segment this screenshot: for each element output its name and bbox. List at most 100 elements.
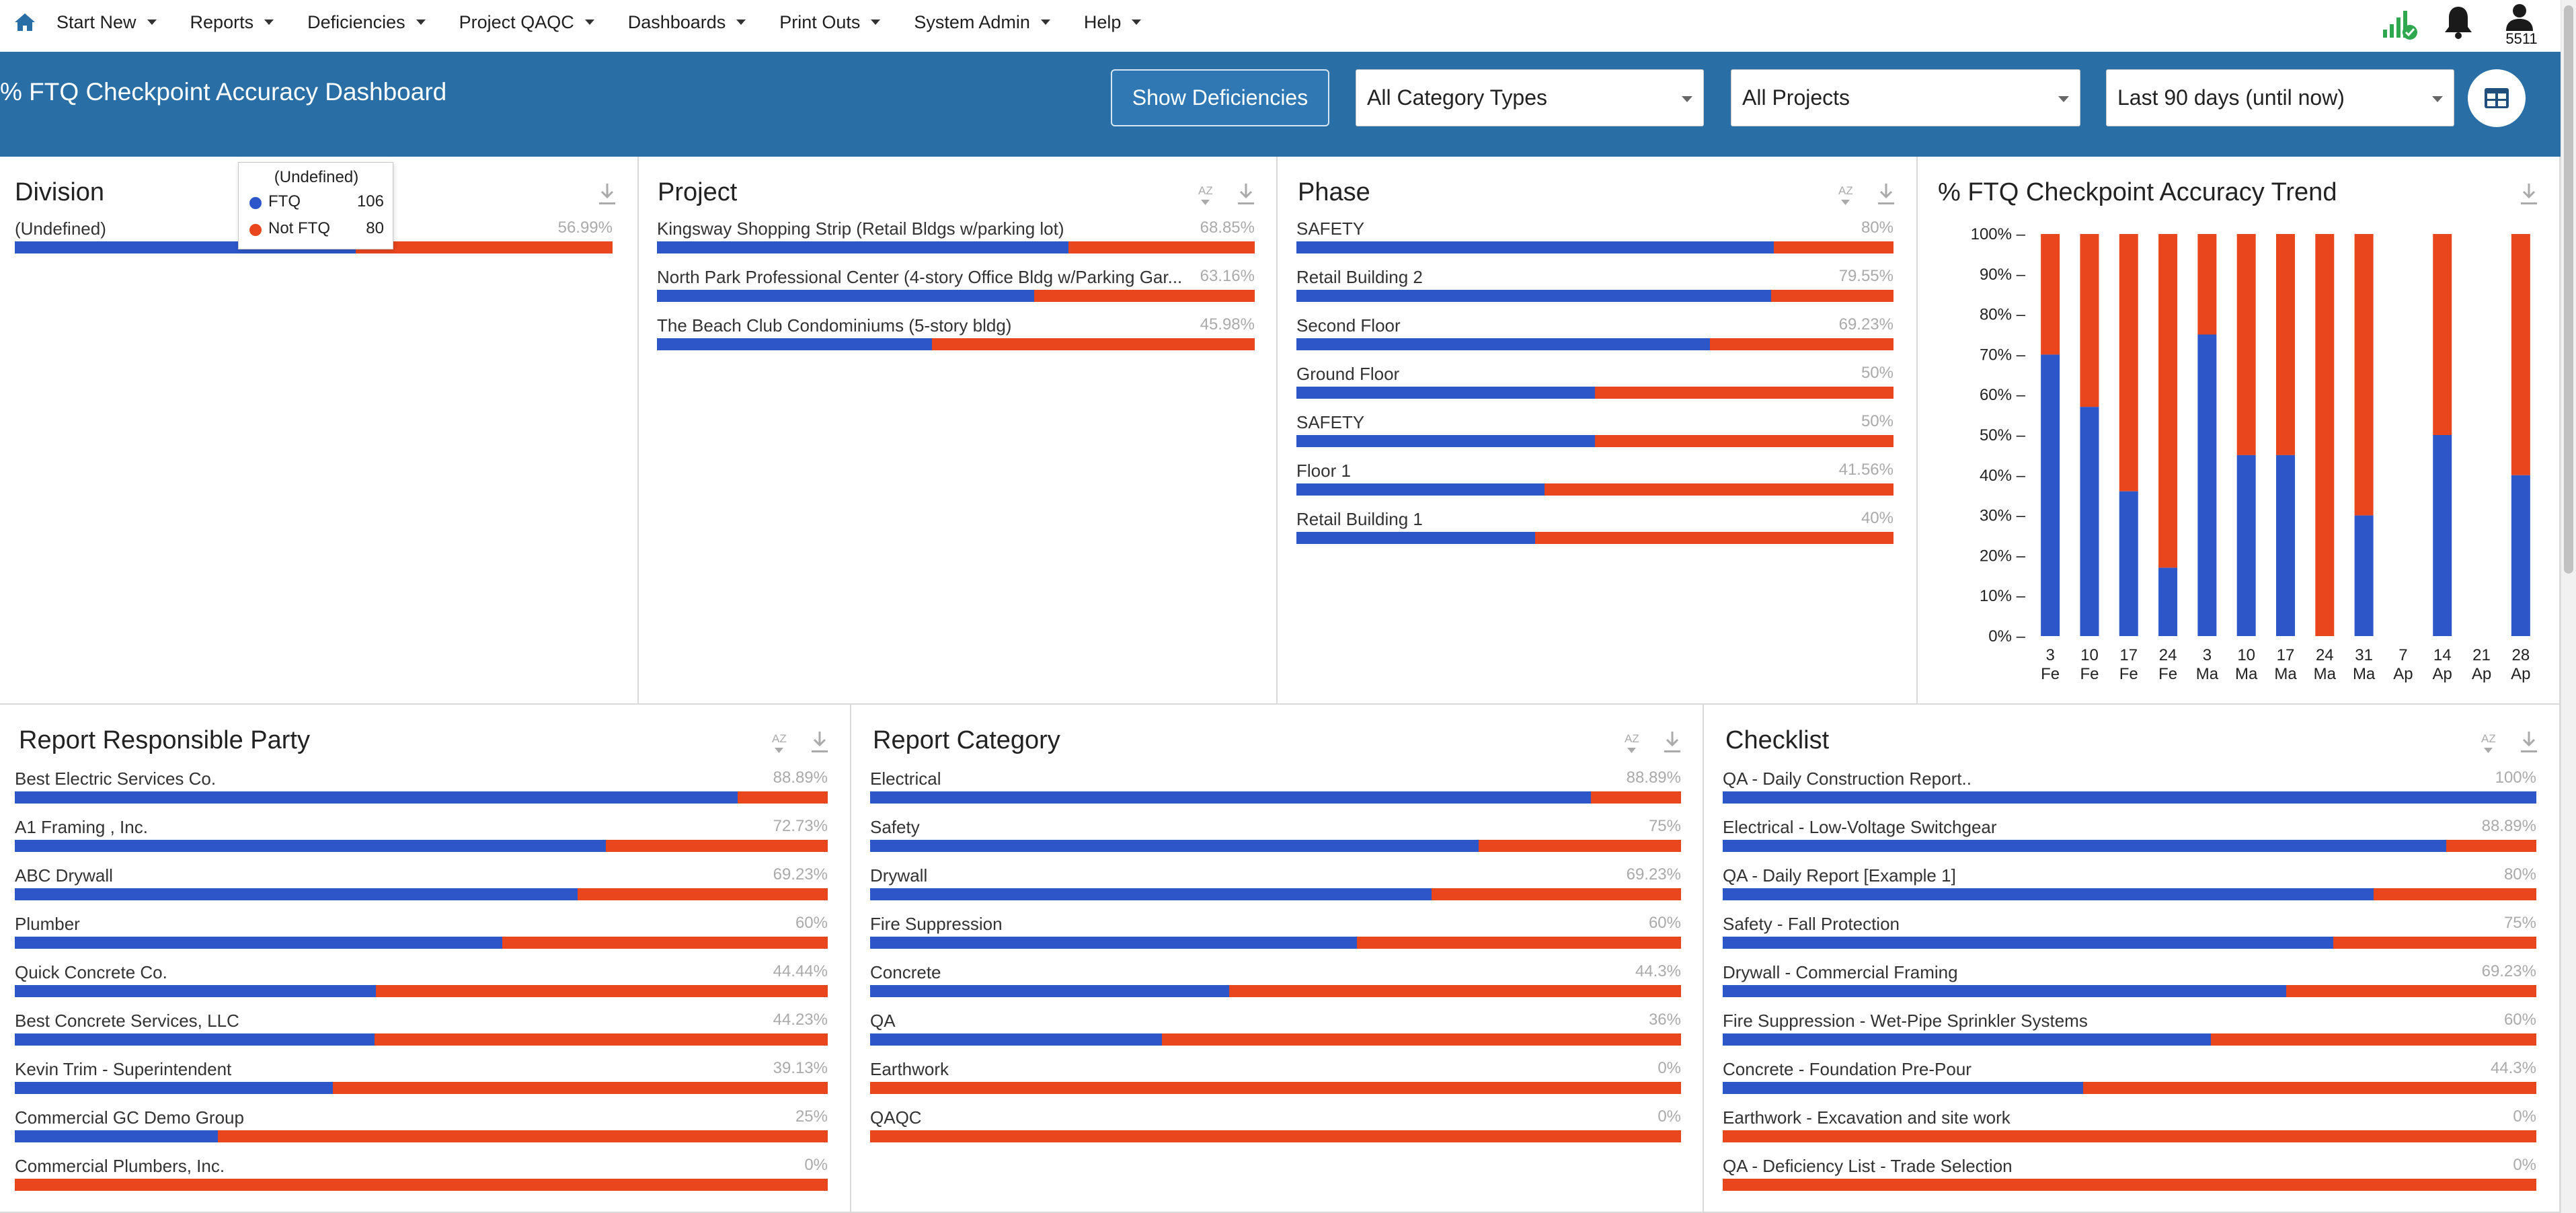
signal-icon[interactable] xyxy=(2380,7,2421,42)
category-type-select[interactable]: All Category Types xyxy=(1356,69,1704,126)
bar-row[interactable]: North Park Professional Center (4-story … xyxy=(657,267,1255,305)
trend-bar-ftq[interactable] xyxy=(2511,475,2530,636)
trend-bar-not-ftq[interactable] xyxy=(2511,234,2530,475)
trend-bar-not-ftq[interactable] xyxy=(2041,234,2060,355)
nav-print-outs[interactable]: Print Outs xyxy=(779,12,881,33)
bar-row[interactable]: Best Electric Services Co. 88.89% xyxy=(15,769,828,806)
bar-row[interactable]: Best Concrete Services, LLC 44.23% xyxy=(15,1011,828,1048)
bar-row[interactable]: SAFETY 50% xyxy=(1296,412,1894,450)
trend-bar-ftq[interactable] xyxy=(2080,407,2099,636)
bar-row[interactable]: Ground Floor 50% xyxy=(1296,364,1894,401)
nav-deficiencies[interactable]: Deficiencies xyxy=(307,12,426,33)
sort-az-icon[interactable]: AZ xyxy=(1623,730,1649,757)
download-icon[interactable] xyxy=(1662,730,1682,754)
trend-bar-not-ftq[interactable] xyxy=(2119,234,2138,492)
bar-row[interactable]: Safety 75% xyxy=(870,817,1681,855)
user-id-label: 5511 xyxy=(2505,30,2538,47)
nav-dashboards[interactable]: Dashboards xyxy=(628,12,746,33)
bar-row[interactable]: QA 36% xyxy=(870,1011,1681,1048)
bar-track xyxy=(15,1179,828,1191)
date-range-select[interactable]: Last 90 days (until now) xyxy=(2106,69,2454,126)
bar-row[interactable]: Kevin Trim - Superintendent 39.13% xyxy=(15,1059,828,1097)
trend-bar-ftq[interactable] xyxy=(2119,491,2138,636)
trend-bar-not-ftq[interactable] xyxy=(2354,234,2374,516)
bar-row[interactable]: Kingsway Shopping Strip (Retail Bldgs w/… xyxy=(657,219,1255,256)
bar-label: Electrical - Low-Voltage Switchgear xyxy=(1723,817,1997,837)
sort-az-icon[interactable]: AZ xyxy=(1197,182,1222,209)
bar-row[interactable]: QA - Deficiency List - Trade Selection 0% xyxy=(1723,1156,2536,1194)
bar-row[interactable]: Safety - Fall Protection 75% xyxy=(1723,914,2536,951)
bar-row[interactable]: SAFETY 80% xyxy=(1296,219,1894,256)
bar-row[interactable]: Fire Suppression - Wet-Pipe Sprinkler Sy… xyxy=(1723,1011,2536,1048)
bar-row[interactable]: Quick Concrete Co. 44.44% xyxy=(15,962,828,1000)
sort-az-icon[interactable]: AZ xyxy=(771,730,796,757)
bar-row[interactable]: QA - Daily Report [Example 1] 80% xyxy=(1723,865,2536,903)
bar-row[interactable]: Commercial Plumbers, Inc. 0% xyxy=(15,1156,828,1194)
nav-system-admin[interactable]: System Admin xyxy=(914,12,1050,33)
bar-row[interactable]: Concrete 44.3% xyxy=(870,962,1681,1000)
download-icon[interactable] xyxy=(1876,182,1896,206)
bar-row[interactable]: ABC Drywall 69.23% xyxy=(15,865,828,903)
bar-row[interactable]: Electrical 88.89% xyxy=(870,769,1681,806)
bar-row[interactable]: Retail Building 1 40% xyxy=(1296,509,1894,547)
scrollbar[interactable] xyxy=(2561,0,2576,1213)
trend-bar-not-ftq[interactable] xyxy=(2197,234,2217,335)
trend-bar-not-ftq[interactable] xyxy=(2276,234,2295,455)
bar-fill xyxy=(1723,937,2333,949)
nav-help[interactable]: Help xyxy=(1084,12,1142,33)
bar-row[interactable]: A1 Framing , Inc. 72.73% xyxy=(15,817,828,855)
download-icon[interactable] xyxy=(810,730,830,754)
bar-label: SAFETY xyxy=(1296,219,1365,239)
bar-row[interactable]: QA - Daily Construction Report.. 100% xyxy=(1723,769,2536,806)
bar-row[interactable]: Earthwork 0% xyxy=(870,1059,1681,1097)
bar-row[interactable]: QAQC 0% xyxy=(870,1107,1681,1145)
bar-row[interactable]: Commercial GC Demo Group 25% xyxy=(15,1107,828,1145)
trend-bar-not-ftq[interactable] xyxy=(2080,234,2099,407)
project-select[interactable]: All Projects xyxy=(1731,69,2080,126)
bar-row[interactable]: Fire Suppression 60% xyxy=(870,914,1681,951)
bar-row[interactable]: Concrete - Foundation Pre-Pour 44.3% xyxy=(1723,1059,2536,1097)
bar-row[interactable]: Drywall - Commercial Framing 69.23% xyxy=(1723,962,2536,1000)
scrollbar-thumb[interactable] xyxy=(2564,5,2573,574)
trend-bar-ftq[interactable] xyxy=(2197,334,2217,637)
trend-bar-not-ftq[interactable] xyxy=(2433,234,2452,435)
nav-start-new[interactable]: Start New xyxy=(56,12,157,33)
x-tick-label: Fe xyxy=(2158,665,2177,683)
bar-percent: 75% xyxy=(2503,914,2536,932)
trend-bar-not-ftq[interactable] xyxy=(2315,234,2335,636)
bar-percent: 36% xyxy=(1648,1011,1681,1029)
trend-bar-ftq[interactable] xyxy=(2158,568,2178,636)
trend-bar-ftq[interactable] xyxy=(2236,455,2256,636)
nav-reports[interactable]: Reports xyxy=(190,12,274,33)
bar-row[interactable]: Earthwork - Excavation and site work 0% xyxy=(1723,1107,2536,1145)
trend-bar-ftq[interactable] xyxy=(2276,455,2295,636)
trend-bar-ftq[interactable] xyxy=(2041,354,2060,636)
download-icon[interactable] xyxy=(1236,182,1256,206)
chevron-down-icon xyxy=(584,19,594,25)
bar-row[interactable]: Second Floor 69.23% xyxy=(1296,315,1894,353)
nav-project-qaqc[interactable]: Project QAQC xyxy=(459,12,594,33)
trend-bar-ftq[interactable] xyxy=(2354,515,2374,636)
bar-row[interactable]: Floor 1 41.56% xyxy=(1296,461,1894,498)
bar-row[interactable]: Retail Building 2 79.55% xyxy=(1296,267,1894,305)
bar-row[interactable]: Drywall 69.23% xyxy=(870,865,1681,903)
trend-bar-not-ftq[interactable] xyxy=(2236,234,2256,455)
trend-bar-ftq[interactable] xyxy=(2433,435,2452,636)
tooltip-value: 106 xyxy=(356,192,384,210)
bell-icon[interactable] xyxy=(2441,4,2476,40)
trend-bar-not-ftq[interactable] xyxy=(2158,234,2178,568)
bar-row[interactable]: The Beach Club Condominiums (5-story bld… xyxy=(657,315,1255,353)
bar-track xyxy=(1296,435,1894,447)
bar-row[interactable]: Plumber 60% xyxy=(15,914,828,951)
bar-percent: 60% xyxy=(795,914,828,932)
bar-track xyxy=(15,937,828,949)
user-icon[interactable] xyxy=(2503,3,2536,31)
sort-az-icon[interactable]: AZ xyxy=(1837,182,1863,209)
bar-row[interactable]: Electrical - Low-Voltage Switchgear 88.89… xyxy=(1723,817,2536,855)
sort-az-icon[interactable]: AZ xyxy=(2480,730,2505,757)
download-icon[interactable] xyxy=(2519,730,2539,754)
home-icon[interactable] xyxy=(13,12,36,32)
show-deficiencies-button[interactable]: Show Deficiencies xyxy=(1111,69,1329,126)
download-icon[interactable] xyxy=(597,182,617,206)
table-view-button[interactable] xyxy=(2468,69,2526,127)
